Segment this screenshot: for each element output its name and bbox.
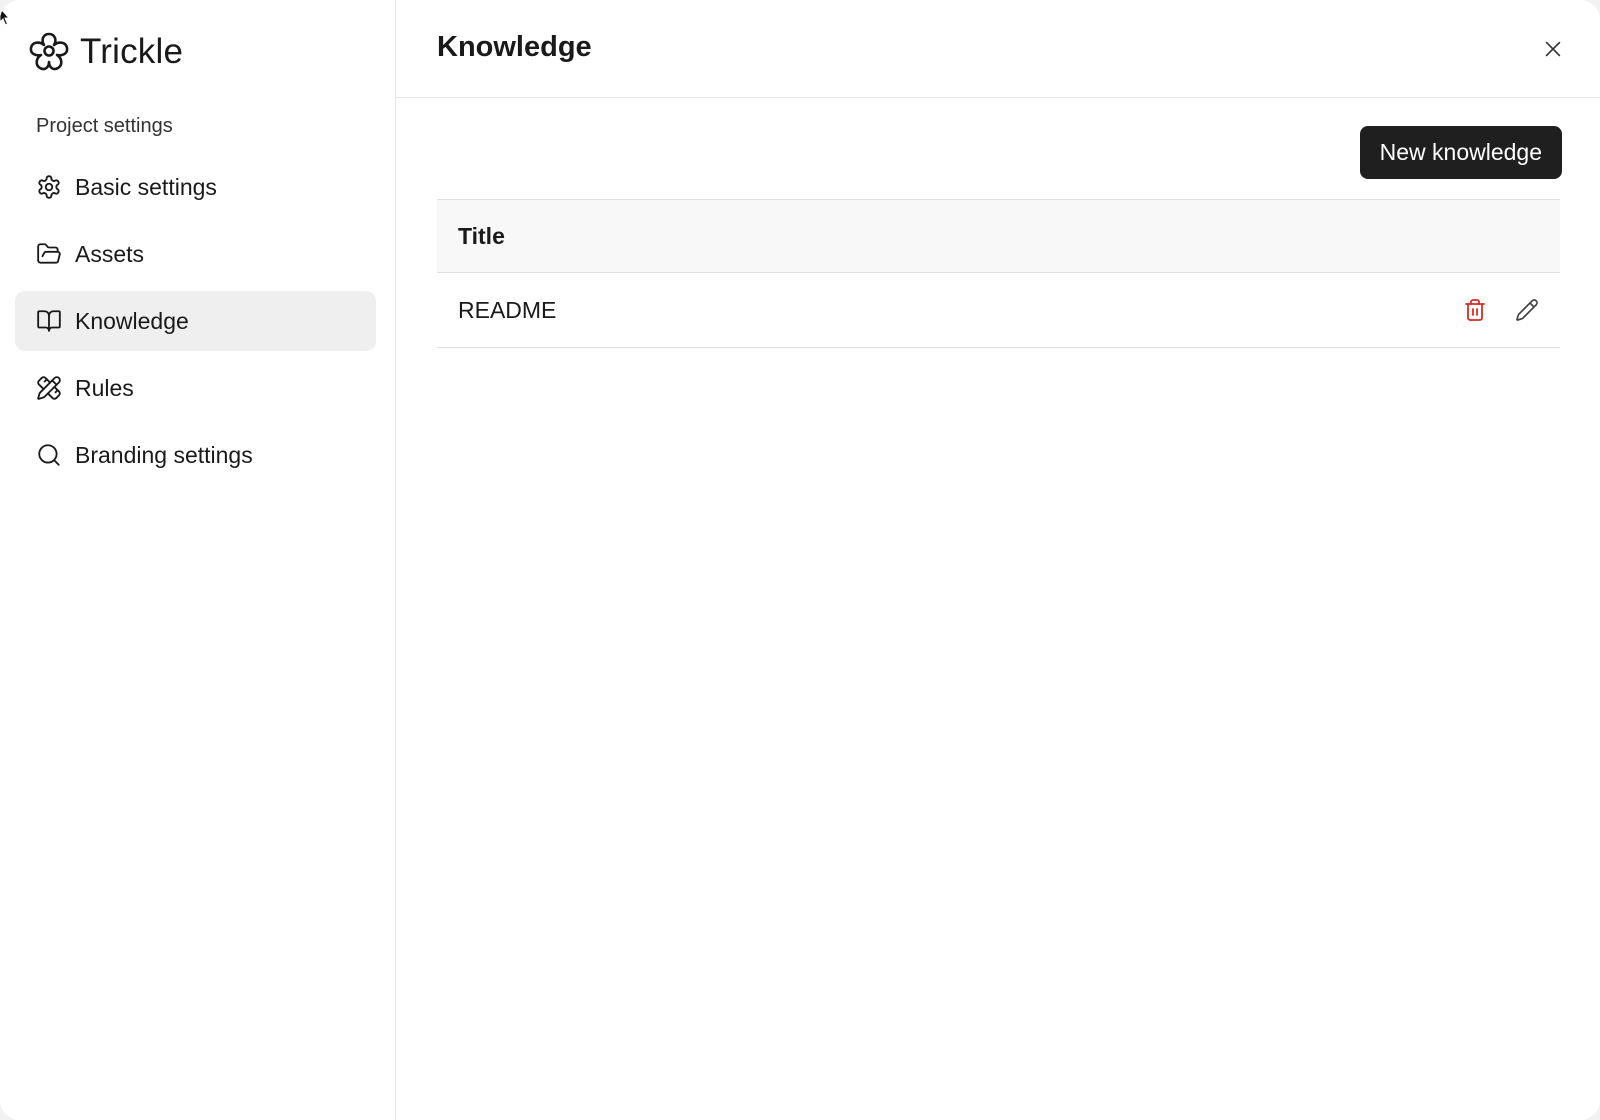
book-icon [36, 308, 62, 334]
settings-nav: Basic settings Assets Knowledge Rules Br… [15, 157, 376, 492]
column-header-title: Title [458, 222, 505, 249]
edit-button[interactable] [1514, 297, 1540, 323]
sidebar-item-rules[interactable]: Rules [15, 358, 376, 418]
toolbar: New knowledge [1359, 126, 1562, 179]
sidebar-item-branding-settings[interactable]: Branding settings [15, 425, 376, 485]
table-row[interactable]: README [437, 273, 1560, 348]
brand: Trickle [28, 30, 183, 74]
sidebar-item-label: Assets [75, 240, 145, 267]
search-icon [36, 442, 62, 468]
row-title: README [458, 296, 557, 323]
sidebar-item-assets[interactable]: Assets [15, 224, 376, 284]
close-icon [1545, 41, 1561, 57]
sidebar-item-label: Rules [75, 374, 134, 401]
table-header: Title [437, 200, 1560, 273]
knowledge-table: Title README [437, 199, 1560, 348]
sidebar-item-label: Branding settings [75, 441, 253, 468]
main-panel: Knowledge New knowledge Title README [396, 0, 1600, 1120]
folder-icon [36, 241, 62, 267]
sidebar: Trickle Project settings Basic settings [0, 0, 396, 1120]
new-knowledge-button[interactable]: New knowledge [1359, 126, 1562, 179]
sidebar-item-knowledge[interactable]: Knowledge [15, 291, 376, 351]
row-actions [1462, 297, 1540, 323]
page-title: Knowledge [437, 31, 592, 63]
sidebar-item-label: Knowledge [75, 307, 189, 334]
trickle-logo-icon [29, 32, 69, 71]
close-button[interactable] [1540, 36, 1566, 62]
pencil-ruler-icon [36, 375, 62, 401]
delete-button[interactable] [1462, 297, 1488, 323]
gear-icon [36, 174, 62, 200]
sidebar-item-label: Basic settings [75, 173, 217, 200]
sidebar-item-basic-settings[interactable]: Basic settings [15, 157, 376, 217]
settings-window: Trickle Project settings Basic settings [0, 0, 1600, 1120]
panel-header: Knowledge [396, 0, 1600, 98]
trash-icon [1465, 299, 1485, 321]
app-name: Trickle [80, 32, 184, 71]
section-label: Project settings [36, 115, 173, 137]
edit-icon [1516, 299, 1538, 321]
